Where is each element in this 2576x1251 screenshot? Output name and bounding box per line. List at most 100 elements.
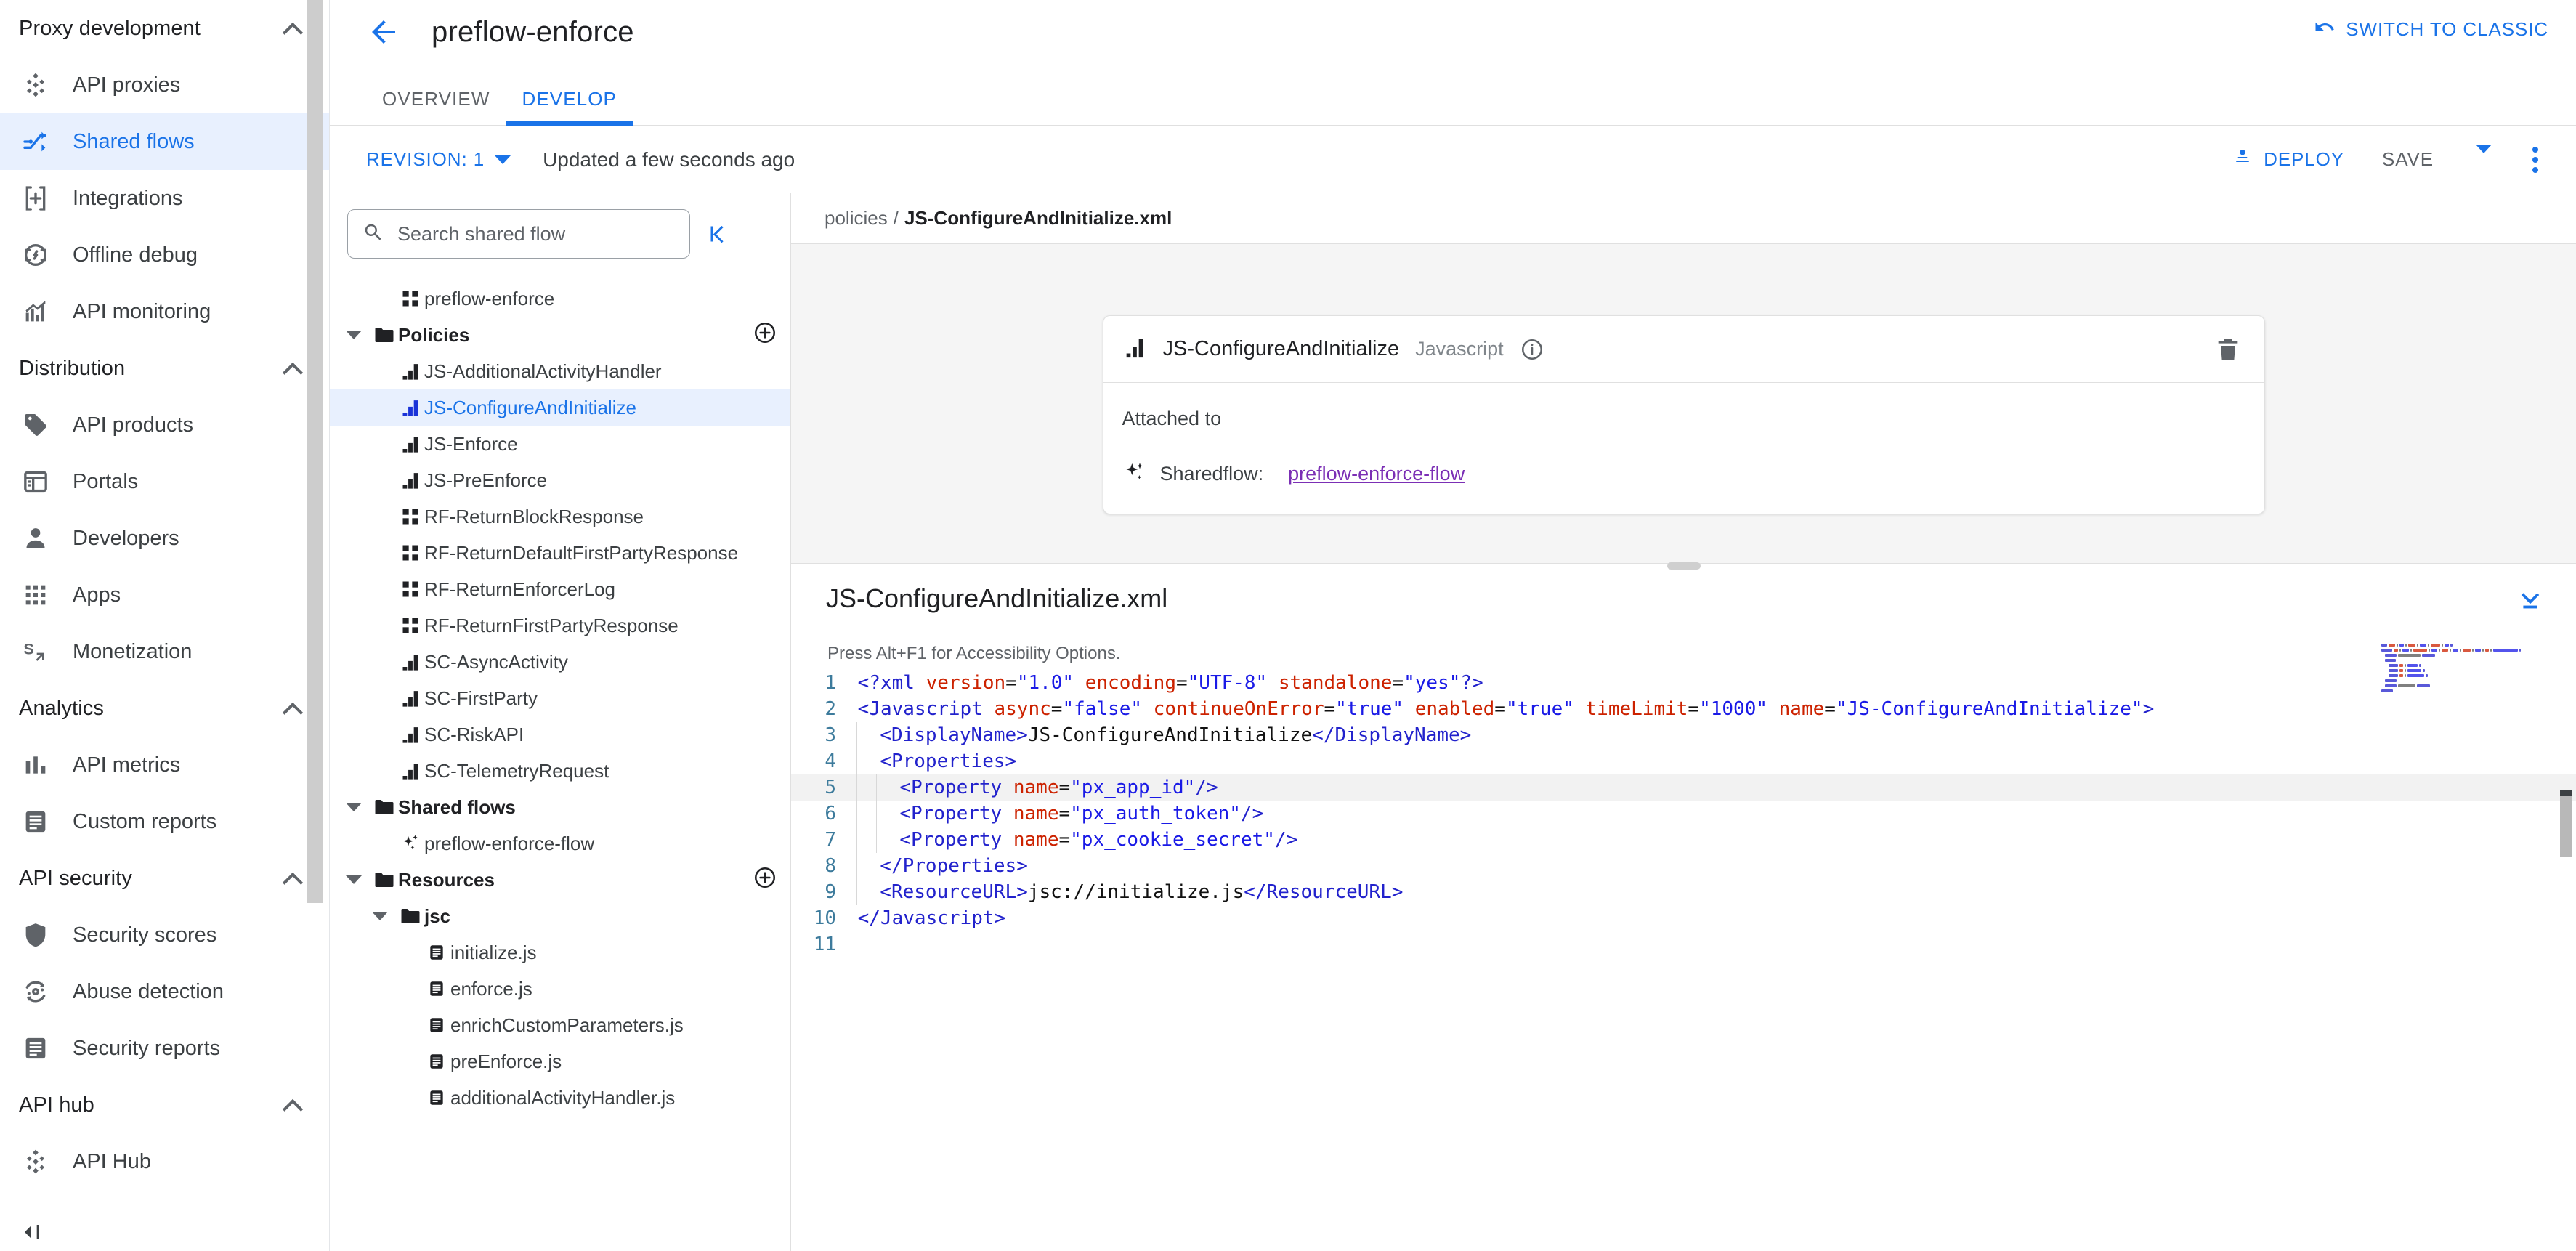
sidebar-item-custom-reports[interactable]: Custom reports [0, 793, 329, 850]
tree-item[interactable]: JS-Enforce [330, 426, 790, 462]
nav-group-distribution[interactable]: Distribution [0, 340, 329, 397]
sidebar-item-security-scores[interactable]: Security scores [0, 907, 329, 963]
sidebar-item-label: Portals [73, 470, 138, 494]
panel-resize-handle[interactable] [1667, 562, 1701, 570]
breadcrumb-parent[interactable]: policies [825, 207, 888, 230]
chevron-up-icon[interactable] [283, 1094, 304, 1116]
code-line-number: 4 [791, 748, 846, 774]
revision-selector[interactable]: REVISION: 1 [366, 148, 511, 171]
chevron-down-icon[interactable] [337, 803, 370, 811]
code-token: standalone [1279, 672, 1393, 694]
chevron-down-icon[interactable] [363, 912, 397, 920]
chevron-up-icon[interactable] [283, 357, 304, 379]
collapse-tree-panel-icon[interactable] [697, 221, 735, 247]
tree-item[interactable]: SC-RiskAPI [330, 716, 790, 753]
add-item-icon[interactable] [753, 865, 782, 894]
chevron-down-bar-icon[interactable] [2514, 582, 2547, 615]
sidebar-item-label: Offline debug [73, 243, 198, 267]
sidebar-item-portals[interactable]: Portals [0, 453, 329, 510]
code-line[interactable]: 5 <Property name="px_app_id"/> [791, 774, 2576, 801]
minimap-line [2381, 679, 2550, 683]
sidebar-item-api-hub[interactable]: API Hub [0, 1133, 329, 1190]
code-line[interactable]: 9 <ResourceURL>jsc://initialize.js</Reso… [791, 879, 2576, 905]
sidebar-item-abuse-detection[interactable]: Abuse detection [0, 963, 329, 1020]
code-line[interactable]: 4 <Properties> [791, 748, 2576, 774]
sidebar-item-api-monitoring[interactable]: API monitoring [0, 283, 329, 340]
nav-group-api-security[interactable]: API security [0, 850, 329, 907]
chevron-down-icon [495, 155, 511, 164]
chevron-down-icon[interactable] [337, 331, 370, 339]
tree-item[interactable]: preEnforce.js [330, 1043, 790, 1080]
back-arrow-icon[interactable] [366, 15, 401, 49]
nav-group-proxy-development[interactable]: Proxy development [0, 0, 329, 57]
minimap-token [2407, 664, 2418, 667]
tree-item[interactable]: enrichCustomParameters.js [330, 1007, 790, 1043]
tree-item[interactable]: JS-ConfigureAndInitialize [330, 389, 790, 426]
add-item-icon[interactable] [753, 320, 782, 349]
save-button[interactable]: SAVE [2360, 148, 2455, 171]
nav-group-analytics[interactable]: Analytics [0, 680, 329, 737]
switch-to-classic-button[interactable]: SWITCH TO CLASSIC [2314, 16, 2548, 43]
chevron-down-icon[interactable] [337, 875, 370, 884]
save-options-button[interactable] [2455, 153, 2512, 166]
tree-item[interactable]: enforce.js [330, 971, 790, 1007]
code-line[interactable]: 10 </Javascript> [791, 905, 2576, 931]
tree-item[interactable]: initialize.js [330, 934, 790, 971]
code-line[interactable]: 3 <DisplayName>JS-ConfigureAndInitialize… [791, 722, 2576, 748]
tree-folder[interactable]: Resources [330, 862, 790, 898]
tree-item[interactable]: additionalActivityHandler.js [330, 1080, 790, 1116]
tree-item[interactable]: preflow-enforce [330, 280, 790, 317]
tree-folder[interactable]: Policies [330, 317, 790, 353]
code-line[interactable]: 7 <Property name="px_cookie_secret"/> [791, 827, 2576, 853]
minimap-token [2429, 649, 2430, 652]
tree-folder[interactable]: jsc [330, 898, 790, 934]
nav-group-api-hub[interactable]: API hub [0, 1077, 329, 1133]
code-area[interactable]: Press Alt+F1 for Accessibility Options. … [791, 633, 2576, 1251]
code-line[interactable]: 8 </Properties> [791, 853, 2576, 879]
sharedflow-link[interactable]: preflow-enforce-flow [1288, 463, 1465, 485]
sidebar-item-shared-flows[interactable]: Shared flows [0, 113, 329, 170]
chevron-up-icon[interactable] [283, 697, 304, 719]
tree-item[interactable]: RF-ReturnBlockResponse [330, 498, 790, 535]
code-line[interactable]: 2 <Javascript async="false" continueOnEr… [791, 696, 2576, 722]
code-line[interactable]: 11 [791, 931, 2576, 958]
tab-overview[interactable]: OVERVIEW [366, 88, 506, 125]
tab-develop[interactable]: DEVELOP [506, 88, 633, 125]
sidebar-item-api-metrics[interactable]: API metrics [0, 737, 329, 793]
chevron-up-icon[interactable] [283, 867, 304, 889]
sidebar-item-offline-debug[interactable]: Offline debug [0, 227, 329, 283]
search-input[interactable] [397, 223, 675, 246]
tree-item[interactable]: RF-ReturnDefaultFirstPartyResponse [330, 535, 790, 571]
tree-item[interactable]: RF-ReturnFirstPartyResponse [330, 607, 790, 644]
code-lines[interactable]: 1 <?xml version="1.0" encoding="UTF-8" s… [791, 670, 2576, 958]
kebab-menu-icon[interactable] [2519, 144, 2551, 176]
tree-item[interactable]: JS-PreEnforce [330, 462, 790, 498]
tree-item[interactable]: preflow-enforce-flow [330, 825, 790, 862]
info-icon[interactable] [1520, 337, 1544, 362]
tree-item[interactable]: SC-AsyncActivity [330, 644, 790, 680]
sidebar-item-integrations[interactable]: Integrations [0, 170, 329, 227]
left-nav-scrollbar[interactable] [307, 0, 323, 903]
trash-icon[interactable] [2214, 335, 2243, 364]
search-box[interactable] [347, 209, 690, 259]
tree-folder[interactable]: Shared flows [330, 789, 790, 825]
deploy-button[interactable]: DEPLOY [2216, 146, 2360, 173]
sidebar-item-apps[interactable]: Apps [0, 567, 329, 623]
code-line[interactable]: 1 <?xml version="1.0" encoding="UTF-8" s… [791, 670, 2576, 696]
tree-item[interactable]: SC-FirstParty [330, 680, 790, 716]
left-nav-scroll-area: Proxy developmentAPI proxiesShared flows… [0, 0, 329, 1251]
sidebar-item-api-proxies[interactable]: API proxies [0, 57, 329, 113]
sidebar-item-monetization[interactable]: SMonetization [0, 623, 329, 680]
chevron-up-icon[interactable] [283, 17, 304, 39]
tree-item[interactable]: RF-ReturnEnforcerLog [330, 571, 790, 607]
sidebar-item-security-reports[interactable]: Security reports [0, 1020, 329, 1077]
tree-item[interactable]: JS-AdditionalActivityHandler [330, 353, 790, 389]
code-minimap[interactable] [2381, 644, 2550, 789]
editor-scrollbar[interactable] [2560, 796, 2572, 857]
tree-item[interactable]: SC-TelemetryRequest [330, 753, 790, 789]
sidebar-item-api-products[interactable]: API products [0, 397, 329, 453]
collapse-left-nav-icon[interactable] [17, 1218, 46, 1247]
policy-icon [397, 397, 424, 418]
sidebar-item-developers[interactable]: Developers [0, 510, 329, 567]
code-line[interactable]: 6 <Property name="px_auth_token"/> [791, 801, 2576, 827]
